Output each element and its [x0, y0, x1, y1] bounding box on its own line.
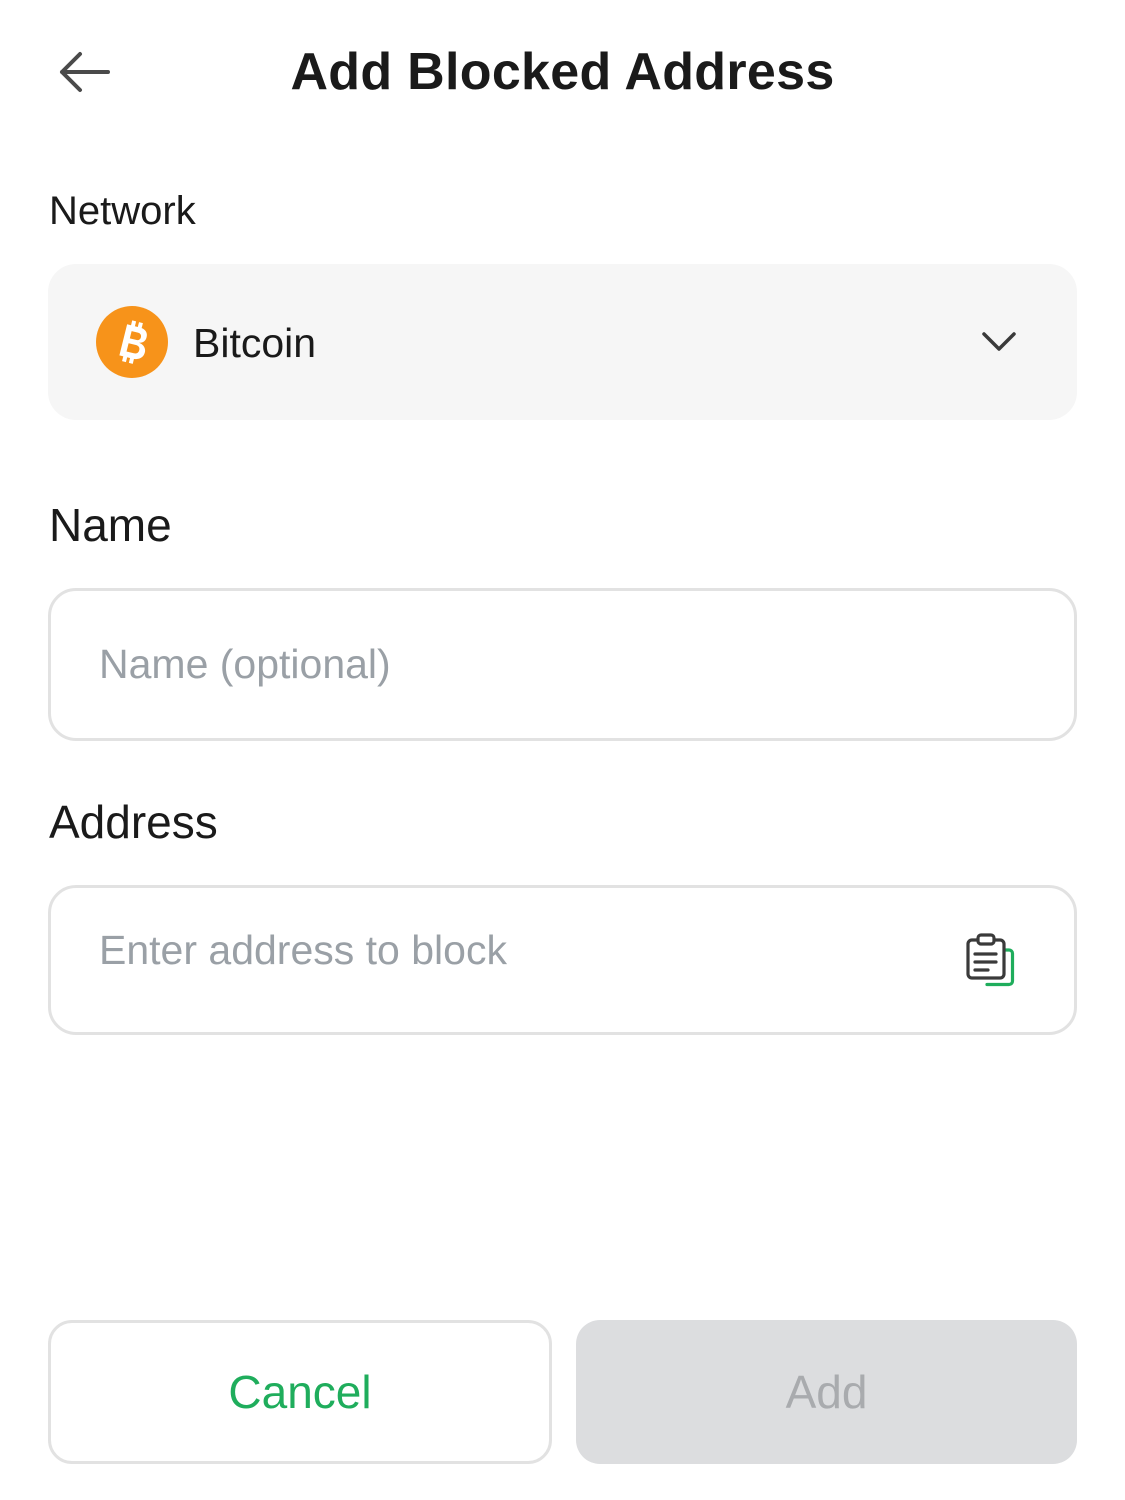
name-label: Name — [49, 499, 172, 551]
name-field-container — [48, 588, 1077, 741]
network-label: Network — [49, 189, 196, 233]
address-input[interactable] — [99, 878, 939, 1022]
add-button[interactable]: Add — [576, 1320, 1077, 1464]
clipboard-paste-icon[interactable] — [962, 932, 1018, 992]
chevron-down-icon — [982, 332, 1016, 351]
add-blocked-address-screen: Add Blocked Address Network Bitcoin Name… — [0, 0, 1125, 1500]
page-title: Add Blocked Address — [290, 43, 835, 101]
cancel-button[interactable]: Cancel — [48, 1320, 552, 1464]
address-field-container — [48, 878, 1077, 1035]
bitcoin-icon — [96, 306, 168, 378]
address-label: Address — [49, 796, 218, 848]
network-selected-value: Bitcoin — [193, 320, 317, 366]
name-input[interactable] — [99, 591, 1029, 738]
header: Add Blocked Address — [0, 0, 1125, 145]
